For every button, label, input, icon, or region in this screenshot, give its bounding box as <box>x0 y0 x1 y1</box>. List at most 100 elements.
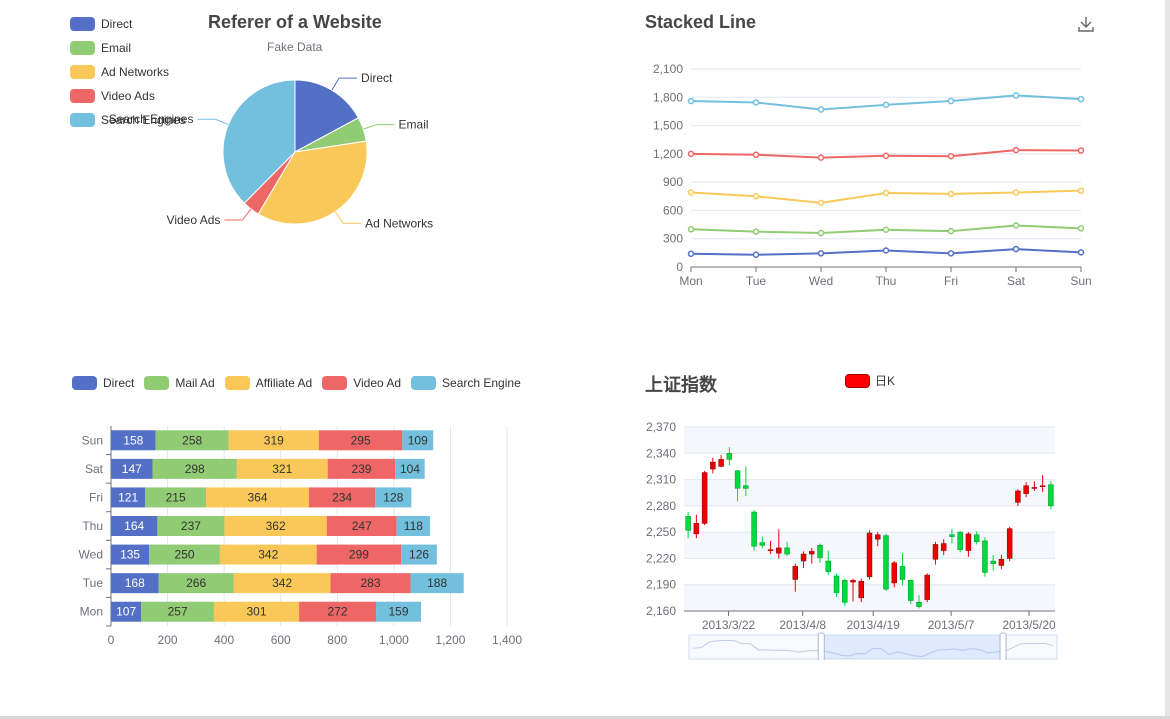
bar-x-tick-label: 600 <box>271 633 291 647</box>
bar-value-label: 164 <box>124 519 144 533</box>
bar-value-label: 362 <box>266 519 286 533</box>
kline-legend[interactable]: 日K <box>845 372 895 389</box>
download-icon[interactable] <box>1076 14 1096 34</box>
kline-y-tick-label: 2,250 <box>646 525 676 539</box>
line-x-tick-label: Sun <box>1070 274 1091 288</box>
bar-value-label: 342 <box>258 548 278 562</box>
kline-x-tick-label: 2013/3/22 <box>702 618 756 632</box>
kline-candle-body <box>875 534 881 540</box>
bar-legend-label: Search Engine <box>442 376 521 390</box>
kline-candle-body <box>784 547 790 555</box>
line-point <box>947 250 955 257</box>
kline-legend-label: 日K <box>875 374 896 388</box>
kline-candle-body <box>982 540 988 573</box>
bar-x-tick-label: 1,400 <box>492 633 522 647</box>
bar-legend-item-mail-ad[interactable]: Mail Ad <box>144 371 215 395</box>
bar-legend-swatch <box>144 376 170 390</box>
kline-candle-body <box>718 459 724 467</box>
kline-candle-body <box>924 574 930 600</box>
pie-slice-label: Video Ads <box>167 213 221 227</box>
bar-x-tick-label: 200 <box>158 633 178 647</box>
bar-value-label: 239 <box>351 462 371 476</box>
bar-y-tick-label: Fri <box>89 490 103 504</box>
bar-chart: 0 200 400 600 800 1,000 1,200 1,400 Mon 107 257 301… <box>79 426 522 647</box>
kline-candle-body <box>734 470 741 489</box>
line-point <box>687 226 695 233</box>
bar-value-label: 188 <box>427 576 447 590</box>
line-point <box>1012 245 1020 253</box>
bar-legend-item-video-ad[interactable]: Video Ad <box>322 371 401 395</box>
kline-grid-band <box>684 584 1055 611</box>
kline-x-tick-label: 2013/4/8 <box>779 618 826 632</box>
pie-label-line <box>331 77 358 91</box>
bar-legend: Direct Mail Ad Affiliate Ad Video Ad Search … <box>72 371 531 395</box>
bar-legend-item-search-engine[interactable]: Search Engine <box>411 371 521 395</box>
kline-x-tick-label: 2013/5/20 <box>1002 618 1056 632</box>
line-point <box>687 250 695 258</box>
bar-legend-item-affiliate-ad[interactable]: Affiliate Ad <box>224 371 312 395</box>
line-point <box>882 189 890 197</box>
line-title: Stacked Line <box>645 12 757 32</box>
bar-value-label: 104 <box>400 462 420 476</box>
kline-candle-body <box>883 535 889 590</box>
kline-datazoom-handle[interactable] <box>817 632 825 660</box>
kline-datazoom-handle[interactable] <box>999 632 1007 660</box>
kline-candle-body <box>693 523 700 535</box>
line-point <box>817 154 825 161</box>
kline-candle-body <box>891 562 897 584</box>
kline-legend-swatch <box>845 373 870 388</box>
kline-candle-body <box>899 566 906 580</box>
kline-candle-body <box>1048 484 1054 507</box>
line-point <box>817 199 825 207</box>
kline-candle-body <box>726 453 733 460</box>
line-point <box>882 226 890 234</box>
bar-x-tick-label: 0 <box>108 633 115 647</box>
line-x-tick-label: Mon <box>679 274 702 288</box>
bar-value-label: 158 <box>123 433 143 447</box>
bar-legend-label: Video Ad <box>353 376 402 390</box>
kline-candle-body <box>809 551 815 555</box>
scrollbar-track[interactable] <box>1165 0 1170 719</box>
bar-value-label: 118 <box>404 519 423 533</box>
kline-x-tick-label: 2013/5/7 <box>928 618 975 632</box>
kline-candle-body <box>858 580 864 599</box>
line-y-tick-label: 900 <box>663 175 683 189</box>
kline-y-tick-label: 2,220 <box>646 551 676 565</box>
line-point <box>1012 92 1020 99</box>
pie-slice-label: Search Engines <box>109 112 194 126</box>
line-point <box>947 152 955 160</box>
line-point <box>687 97 695 105</box>
bar-value-label: 298 <box>185 462 205 476</box>
bar-legend-swatch <box>322 376 348 390</box>
bar-legend-item-direct[interactable]: Direct <box>72 371 134 395</box>
line-point <box>1077 249 1085 256</box>
bar-legend-label: Mail Ad <box>175 376 215 390</box>
kline-y-tick-label: 2,160 <box>646 604 676 618</box>
line-y-tick-label: 1,200 <box>653 147 683 161</box>
kline-candle-body <box>817 545 823 558</box>
kline-candle-body <box>1031 487 1038 489</box>
bar-y-tick-label: Sun <box>82 433 103 447</box>
bar-value-label: 364 <box>248 490 268 504</box>
line-point <box>817 250 825 257</box>
line-point <box>947 227 955 235</box>
kline-candle-body <box>833 575 840 593</box>
line-point <box>1077 147 1085 154</box>
line-y-tick-label: 2,100 <box>653 62 683 76</box>
line-y-tick-label: 300 <box>663 232 683 246</box>
line-point <box>752 99 760 106</box>
bar-y-tick-label: Thu <box>82 519 103 533</box>
kline-candle-body <box>743 485 749 489</box>
line-x-tick-label: Tue <box>746 274 767 288</box>
bar-value-label: 272 <box>328 605 348 619</box>
bar-value-label: 237 <box>181 519 201 533</box>
bar-value-label: 168 <box>125 576 145 590</box>
bar-value-label: 128 <box>383 490 403 504</box>
kline-candle-body <box>949 534 955 537</box>
kline-candle-body <box>842 580 848 603</box>
line-point <box>752 193 760 200</box>
kline-candle-body <box>751 511 757 547</box>
bar-value-label: 159 <box>389 605 409 619</box>
bar-value-label: 247 <box>352 519 372 533</box>
bar-value-label: 250 <box>175 548 195 562</box>
